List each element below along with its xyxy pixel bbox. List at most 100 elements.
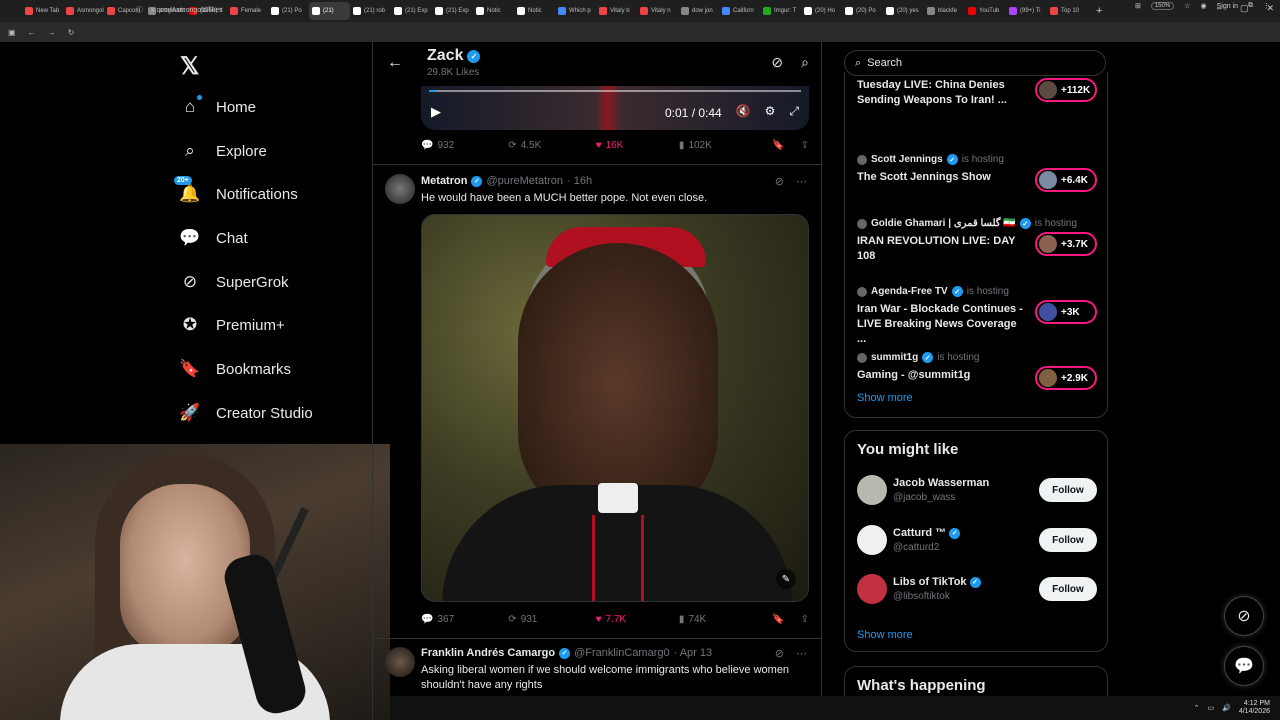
clock[interactable]: 4:12 PM 4/14/2026 xyxy=(1239,700,1270,716)
host-name[interactable]: summit1g xyxy=(871,352,918,363)
volume-icon[interactable]: 🔊 xyxy=(1222,704,1231,712)
bookmark-icon[interactable]: 🔖 xyxy=(772,614,784,625)
menu-icon[interactable]: ⋮ xyxy=(1263,2,1270,10)
bookmark-icon[interactable]: 🔖 xyxy=(772,140,784,151)
live-title[interactable]: Gaming - @summit1g xyxy=(857,368,1027,383)
nav-item-notifications[interactable]: 🔔 20+ Notifications xyxy=(174,176,298,204)
author-name[interactable]: Metatron xyxy=(421,175,467,187)
suggested-name[interactable]: Libs of TikTok xyxy=(893,576,967,588)
author-handle[interactable]: @pureMetatron xyxy=(486,175,563,187)
extensions-icon[interactable]: ⧉ xyxy=(1248,2,1253,10)
host-name[interactable]: Goldie Ghamari | گلسا قمری 🇮🇷 xyxy=(871,218,1016,229)
live-listeners-pill[interactable]: +6.4K xyxy=(1035,168,1097,192)
tweet-time[interactable]: · Apr 13 xyxy=(674,647,713,659)
like-button[interactable]: ♥ 7.7K xyxy=(596,614,679,625)
nav-item-explore[interactable]: ⌕ Explore xyxy=(180,141,267,161)
show-more-link[interactable]: Show more xyxy=(857,629,913,641)
nav-item-bookmarks[interactable]: 🔖 Bookmarks xyxy=(179,359,291,379)
grok-icon[interactable]: ⊘ xyxy=(771,54,783,71)
profile-icon[interactable]: ◉ xyxy=(1200,2,1206,10)
sidebar-toggle-icon[interactable]: ▣ xyxy=(8,28,16,37)
live-item[interactable]: Scott Jennings ✓ is hosting The Scott Jenni… xyxy=(857,154,1097,198)
repost-button[interactable]: ⟳ 4.5K xyxy=(508,140,595,151)
author-handle[interactable]: @FranklinCamarg0 xyxy=(574,647,670,659)
show-more-link[interactable]: Show more xyxy=(857,392,913,404)
chat-float-button[interactable]: 💬 xyxy=(1224,646,1264,686)
live-listeners-pill[interactable]: +3K xyxy=(1035,300,1097,324)
live-item[interactable]: summit1g ✓ is hosting Gaming - @summit1g +2.… xyxy=(857,352,1097,396)
settings-icon[interactable]: ⚙ xyxy=(765,104,776,119)
edit-image-icon[interactable]: ✎ xyxy=(776,569,796,589)
suggested-handle[interactable]: @libsoftiktok xyxy=(893,591,950,602)
reply-button[interactable]: 💬 367 xyxy=(421,614,508,625)
more-icon[interactable]: ⋯ xyxy=(796,647,807,660)
suggested-handle[interactable]: @catturd2 xyxy=(893,542,939,553)
live-item[interactable]: Agenda-Free TV ✓ is hosting Iran War - Bloc… xyxy=(857,286,1097,345)
repost-button[interactable]: ⟳ 931 xyxy=(508,614,595,625)
star-icon[interactable]: ☆ xyxy=(1184,2,1190,10)
follow-suggestion[interactable]: Jacob Wasserman @jacob_wass Follow xyxy=(857,475,1097,507)
follow-suggestion[interactable]: Libs of TikTok ✓ @libsoftiktok Follow xyxy=(857,574,1097,606)
follow-button[interactable]: Follow xyxy=(1039,577,1097,601)
nav-item-home[interactable]: ⌂ Home xyxy=(180,95,256,117)
nav-item-premium[interactable]: ✪ Premium+ xyxy=(180,315,285,335)
follow-button[interactable]: Follow xyxy=(1039,528,1097,552)
follow-suggestion[interactable]: Catturd ™ ✓ @catturd2 Follow xyxy=(857,525,1097,557)
views-button[interactable]: ▮ 74K xyxy=(679,614,772,625)
video-progress-bar[interactable] xyxy=(429,90,801,92)
suggested-name[interactable]: Jacob Wasserman xyxy=(893,477,989,489)
browser-tab[interactable]: New Tab xyxy=(22,2,63,20)
sign-in-link[interactable]: Sign in xyxy=(1217,3,1238,10)
forward-icon[interactable]: → xyxy=(48,28,56,37)
live-title[interactable]: Iran War - Blockade Continues - LIVE Bre… xyxy=(857,302,1027,347)
url-field[interactable]: ⓘ x.com/Asmongold/likes xyxy=(136,3,1056,17)
live-item[interactable]: Goldie Ghamari | گلسا قمری 🇮🇷 ✓ is hosting… xyxy=(857,218,1097,262)
more-icon[interactable]: ⋯ xyxy=(796,175,807,188)
author-name[interactable]: Franklin Andrés Camargo xyxy=(421,647,555,659)
grok-icon[interactable]: ⊘ xyxy=(775,175,784,188)
avatar[interactable] xyxy=(385,647,415,677)
follow-button[interactable]: Follow xyxy=(1039,478,1097,502)
live-title[interactable]: IRAN REVOLUTION LIVE: DAY 108 xyxy=(857,234,1027,264)
suggested-handle[interactable]: @jacob_wass xyxy=(893,492,955,503)
tweet-time[interactable]: · 16h xyxy=(567,175,592,187)
host-name[interactable]: Scott Jennings xyxy=(871,154,943,165)
fullscreen-icon[interactable]: ⤢ xyxy=(789,104,799,119)
tweet-image[interactable]: ✎ xyxy=(421,214,809,602)
back-arrow-icon[interactable]: ← xyxy=(387,54,403,72)
suggested-name[interactable]: Catturd ™ xyxy=(893,527,946,539)
x-logo-icon[interactable]: 𝕏 xyxy=(180,52,199,81)
live-listeners-pill[interactable]: +2.9K xyxy=(1035,366,1097,390)
share-icon[interactable]: ⇪ xyxy=(801,614,809,625)
reload-icon[interactable]: ↻ xyxy=(68,28,75,37)
search-icon[interactable]: ⌕ xyxy=(801,54,809,71)
grok-float-button[interactable]: ⊘ xyxy=(1224,596,1264,636)
nav-item-creator-studio[interactable]: 🚀 Creator Studio xyxy=(179,403,312,423)
grok-icon[interactable]: ⊘ xyxy=(775,647,784,660)
url-text[interactable]: x.com/Asmongold/likes xyxy=(151,7,223,14)
live-item[interactable]: Tuesday LIVE: China Denies Sending Weapo… xyxy=(857,78,1097,122)
back-icon[interactable]: ← xyxy=(28,28,36,37)
browser-tab[interactable]: Asmongold xyxy=(63,2,104,20)
avatar[interactable] xyxy=(857,525,887,555)
zoom-level[interactable]: 150% xyxy=(1150,2,1175,10)
views-button[interactable]: ▮ 102K xyxy=(679,140,772,151)
video-player[interactable]: ▶ 0:01 / 0:44 🔇 ⚙ ⤢ xyxy=(421,86,809,130)
live-listeners-pill[interactable]: +112K xyxy=(1035,78,1097,102)
tray-chevron-icon[interactable]: ⌃ xyxy=(1194,704,1200,712)
live-title[interactable]: Tuesday LIVE: China Denies Sending Weapo… xyxy=(857,78,1027,108)
install-icon[interactable]: ⊞ xyxy=(1135,2,1141,10)
avatar[interactable] xyxy=(857,574,887,604)
play-icon[interactable]: ▶ xyxy=(431,104,441,120)
mute-icon[interactable]: 🔇 xyxy=(736,104,751,119)
live-listeners-pill[interactable]: +3.7K xyxy=(1035,232,1097,256)
new-tab-button[interactable]: + xyxy=(1096,5,1102,17)
nav-item-chat[interactable]: 💬 Chat xyxy=(179,228,247,248)
like-button[interactable]: ♥ 16K xyxy=(596,140,679,151)
host-name[interactable]: Agenda-Free TV xyxy=(871,286,948,297)
live-title[interactable]: The Scott Jennings Show xyxy=(857,170,1027,185)
avatar[interactable] xyxy=(857,475,887,505)
network-icon[interactable]: ▭ xyxy=(1208,704,1215,712)
share-icon[interactable]: ⇪ xyxy=(801,140,809,151)
nav-item-supergrok[interactable]: ⊘ SuperGrok xyxy=(180,272,289,292)
